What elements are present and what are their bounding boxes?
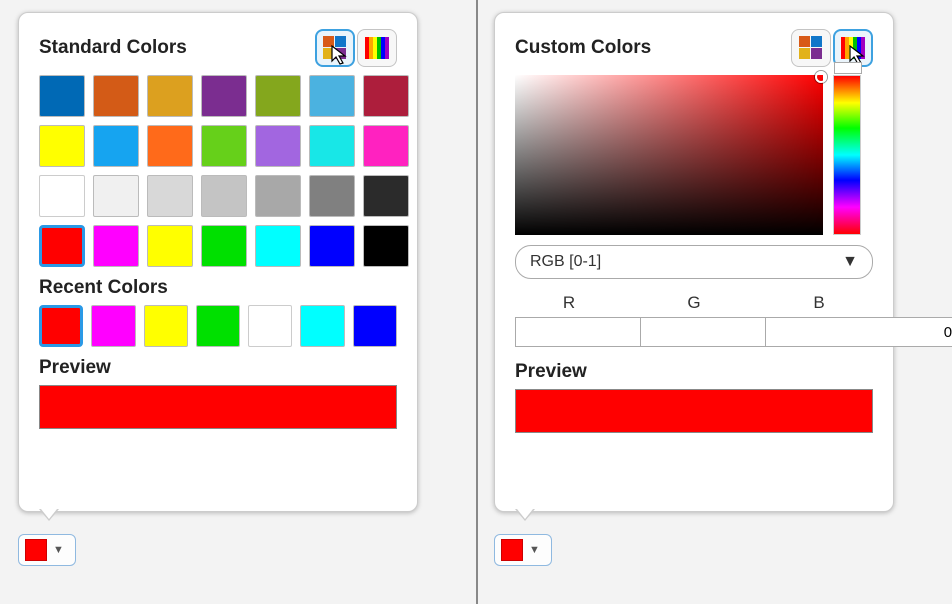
color-swatch[interactable]	[147, 125, 193, 167]
color-swatch[interactable]	[363, 125, 409, 167]
color-swatch[interactable]	[363, 75, 409, 117]
chevron-down-icon: ▼	[53, 544, 64, 556]
g-label: G	[687, 293, 700, 313]
recent-color-swatch[interactable]	[196, 305, 240, 347]
custom-tab-button[interactable]	[357, 29, 397, 67]
color-swatch[interactable]	[309, 175, 355, 217]
trigger-swatch	[25, 539, 47, 561]
color-swatch[interactable]	[255, 75, 301, 117]
recent-colors-title: Recent Colors	[39, 277, 397, 299]
preview-bar	[39, 385, 397, 429]
color-swatch[interactable]	[201, 125, 247, 167]
color-swatch[interactable]	[363, 225, 409, 267]
chevron-down-icon: ▼	[842, 253, 858, 271]
recent-color-swatch[interactable]	[144, 305, 188, 347]
color-swatch[interactable]	[255, 125, 301, 167]
hue-slider[interactable]	[833, 75, 861, 235]
color-picker-trigger[interactable]: ▼	[494, 534, 552, 566]
trigger-swatch	[501, 539, 523, 561]
color-swatch[interactable]	[39, 225, 85, 267]
recent-swatch-row	[39, 305, 397, 347]
recent-color-swatch[interactable]	[300, 305, 344, 347]
recent-color-swatch[interactable]	[39, 305, 83, 347]
picker-mode-tabs	[315, 29, 397, 67]
color-swatch[interactable]	[147, 225, 193, 267]
b-spinner: ▲ ▼	[765, 317, 873, 347]
standard-tab-button[interactable]	[315, 29, 355, 67]
chevron-down-icon: ▼	[529, 544, 540, 556]
spectrum-icon	[840, 35, 866, 61]
r-spinner: ▲ ▼	[515, 317, 623, 347]
color-swatch[interactable]	[147, 175, 193, 217]
palette-grid-icon	[798, 35, 824, 61]
standard-tab-button[interactable]	[791, 29, 831, 67]
color-mode-select[interactable]: RGB [0-1] ▼	[515, 245, 873, 279]
color-swatch[interactable]	[309, 75, 355, 117]
color-swatch[interactable]	[39, 125, 85, 167]
r-label: R	[563, 293, 575, 313]
color-swatch[interactable]	[93, 75, 139, 117]
color-swatch[interactable]	[39, 175, 85, 217]
b-label: B	[813, 293, 824, 313]
color-picker-trigger[interactable]: ▼	[18, 534, 76, 566]
custom-colors-title: Custom Colors	[515, 37, 651, 59]
popover-pointer	[515, 509, 535, 521]
color-swatch[interactable]	[201, 75, 247, 117]
custom-colors-panel: Custom Colors	[494, 12, 894, 512]
color-swatch[interactable]	[309, 125, 355, 167]
standard-swatch-grid	[39, 75, 397, 267]
b-input[interactable]	[765, 317, 952, 347]
color-swatch[interactable]	[93, 175, 139, 217]
color-swatch[interactable]	[255, 175, 301, 217]
preview-title-left: Preview	[39, 357, 397, 379]
recent-color-swatch[interactable]	[91, 305, 135, 347]
saturation-value-box[interactable]	[515, 75, 823, 235]
popover-pointer	[39, 509, 59, 521]
palette-grid-icon	[322, 35, 348, 61]
standard-colors-panel: Standard Colors	[18, 12, 418, 512]
sv-indicator[interactable]	[815, 71, 827, 83]
color-swatch[interactable]	[201, 175, 247, 217]
preview-title-right: Preview	[515, 361, 873, 383]
recent-color-swatch[interactable]	[353, 305, 397, 347]
spectrum-icon	[364, 35, 390, 61]
color-mode-label: RGB [0-1]	[530, 253, 601, 271]
color-swatch[interactable]	[255, 225, 301, 267]
recent-color-swatch[interactable]	[248, 305, 292, 347]
color-swatch[interactable]	[363, 175, 409, 217]
color-swatch[interactable]	[93, 125, 139, 167]
g-spinner: ▲ ▼	[640, 317, 748, 347]
color-swatch[interactable]	[309, 225, 355, 267]
color-swatch[interactable]	[39, 75, 85, 117]
preview-bar	[515, 389, 873, 433]
color-swatch[interactable]	[201, 225, 247, 267]
color-swatch[interactable]	[147, 75, 193, 117]
standard-colors-title: Standard Colors	[39, 37, 187, 59]
color-swatch[interactable]	[93, 225, 139, 267]
